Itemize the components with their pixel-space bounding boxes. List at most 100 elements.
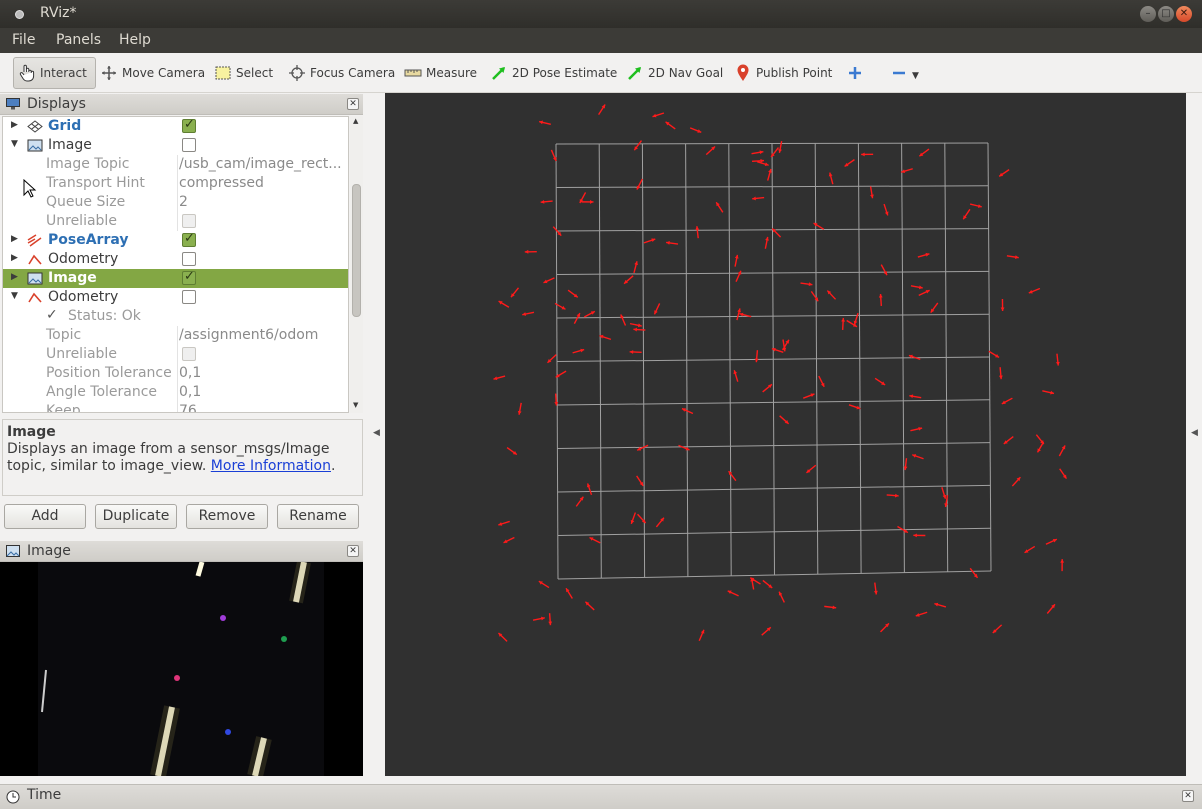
pose-arrow <box>572 348 585 354</box>
add-button[interactable]: Add <box>4 504 86 529</box>
more-information-link[interactable]: More Information <box>211 458 331 474</box>
pose-arrow <box>510 287 520 298</box>
property-value[interactable]: 0,1 <box>179 365 201 381</box>
menu-file[interactable]: File <box>12 32 35 48</box>
menu-help[interactable]: Help <box>119 32 151 48</box>
property-value[interactable]: /usb_cam/image_rect... <box>179 156 342 172</box>
property-value[interactable]: 0,1 <box>179 384 201 400</box>
property-keep[interactable]: Keep 76 <box>3 402 348 412</box>
collapse-arrow-icon[interactable]: ▼ <box>11 139 18 149</box>
pose-arrow <box>1003 436 1014 445</box>
duplicate-button[interactable]: Duplicate <box>95 504 177 529</box>
pose-arrow <box>873 582 878 595</box>
enable-checkbox[interactable] <box>182 138 196 152</box>
panel-splitter[interactable]: ◀ <box>363 93 385 776</box>
property-name: Angle Tolerance <box>46 384 158 400</box>
expand-arrow-icon[interactable]: ▶ <box>11 253 18 263</box>
pose-arrow <box>653 303 661 315</box>
pose-arrow <box>751 150 764 155</box>
property-value[interactable]: 2 <box>179 194 188 210</box>
measure-tool-button[interactable]: Measure <box>404 57 477 89</box>
displays-panel-header: Displays ✕ <box>0 94 363 115</box>
enable-checkbox[interactable] <box>182 117 196 133</box>
pose-arrow <box>522 311 535 316</box>
pose-arrow <box>878 293 883 307</box>
property-angle-tolerance[interactable]: Angle Tolerance 0,1 <box>3 383 348 402</box>
marker-dot <box>281 636 287 642</box>
publish-point-tool-button[interactable]: Publish Point <box>734 57 832 89</box>
pose-arrow <box>633 140 643 151</box>
pose-arrow <box>828 172 834 185</box>
property-position-tolerance[interactable]: Position Tolerance 0,1 <box>3 364 348 383</box>
enable-checkbox[interactable] <box>182 252 196 266</box>
close-icon[interactable]: ✕ <box>347 98 359 110</box>
scroll-up-icon[interactable]: ▲ <box>353 117 358 125</box>
expand-arrow-icon[interactable]: ▶ <box>11 234 18 244</box>
close-icon[interactable]: ✕ <box>1182 790 1194 802</box>
pose-arrow <box>705 145 716 156</box>
minimize-icon[interactable]: – <box>1140 6 1156 22</box>
collapse-right-icon[interactable]: ◀ <box>1191 428 1198 438</box>
nav-goal-tool-button[interactable]: 2D Nav Goal <box>626 57 723 89</box>
unreliable-checkbox[interactable] <box>182 214 196 228</box>
pose-arrow <box>636 475 644 487</box>
display-row-odometry-2[interactable]: ▼ Odometry <box>3 288 348 307</box>
property-value[interactable]: 76 <box>179 403 197 412</box>
unreliable-checkbox[interactable] <box>182 347 196 361</box>
collapse-left-icon[interactable]: ◀ <box>373 428 380 438</box>
pose-arrow <box>1000 299 1005 312</box>
grid-lines <box>555 142 992 580</box>
pose-arrow <box>941 487 947 499</box>
remove-tool-dropdown[interactable]: ▼ <box>890 57 919 89</box>
property-value[interactable]: /assignment6/odom <box>179 327 318 343</box>
close-icon[interactable]: ✕ <box>347 545 359 557</box>
scrollbar-thumb[interactable] <box>352 184 361 317</box>
pose-arrow <box>689 127 702 133</box>
property-topic[interactable]: Topic /assignment6/odom <box>3 326 348 345</box>
display-name: Grid <box>48 118 82 134</box>
pose-arrow <box>754 350 759 363</box>
display-row-image-selected[interactable]: ▶ Image <box>3 269 348 288</box>
rename-button[interactable]: Rename <box>277 504 359 529</box>
property-status[interactable]: ✓ Status: Ok <box>3 307 348 326</box>
maximize-icon[interactable]: □ <box>1158 6 1174 22</box>
menu-panels[interactable]: Panels <box>56 32 101 48</box>
focus-camera-tool-button[interactable]: Focus Camera <box>288 57 395 89</box>
pose-arrow <box>1035 434 1045 445</box>
enable-checkbox[interactable] <box>182 231 196 247</box>
pose-arrow <box>1001 397 1013 405</box>
render-3d-view[interactable] <box>385 93 1186 776</box>
pose-arrow <box>540 199 553 204</box>
property-queue-size[interactable]: Queue Size 2 <box>3 193 348 212</box>
expand-arrow-icon[interactable]: ▶ <box>11 272 18 282</box>
move-camera-tool-button[interactable]: Move Camera <box>100 57 205 89</box>
display-row-posearray[interactable]: ▶ PoseArray <box>3 231 348 250</box>
interact-tool-button[interactable]: Interact <box>13 57 96 89</box>
displays-scrollbar[interactable]: ▲ ▼ <box>350 116 363 413</box>
display-row-image[interactable]: ▼ Image <box>3 136 348 155</box>
add-tool-button[interactable] <box>846 57 868 89</box>
close-icon[interactable]: ✕ <box>1176 6 1192 22</box>
property-unreliable-2[interactable]: Unreliable <box>3 345 348 364</box>
property-value[interactable]: compressed <box>179 175 264 191</box>
remove-button[interactable]: Remove <box>186 504 268 529</box>
property-image-topic[interactable]: Image Topic /usb_cam/image_rect... <box>3 155 348 174</box>
expand-arrow-icon[interactable]: ▶ <box>11 120 18 130</box>
pose-arrow <box>715 201 724 213</box>
property-unreliable[interactable]: Unreliable <box>3 212 348 231</box>
enable-checkbox[interactable] <box>182 290 196 304</box>
enable-checkbox[interactable] <box>182 269 196 285</box>
description-body: Displays an image from a sensor_msgs/Ima… <box>7 441 336 474</box>
select-tool-button[interactable]: Select <box>214 57 273 89</box>
scroll-down-icon[interactable]: ▼ <box>353 401 358 409</box>
display-row-grid[interactable]: ▶ Grid <box>3 117 348 136</box>
display-row-odometry[interactable]: ▶ Odometry <box>3 250 348 269</box>
property-transport-hint[interactable]: Transport Hint compressed <box>3 174 348 193</box>
collapse-arrow-icon[interactable]: ▼ <box>11 291 18 301</box>
view-side-bar[interactable]: ◀ <box>1186 93 1202 776</box>
pose-arrow <box>620 314 627 326</box>
display-name: PoseArray <box>48 232 129 248</box>
pose-estimate-tool-button[interactable]: 2D Pose Estimate <box>490 57 617 89</box>
pose-arrow <box>806 464 817 474</box>
scene-canvas[interactable] <box>385 93 1186 776</box>
